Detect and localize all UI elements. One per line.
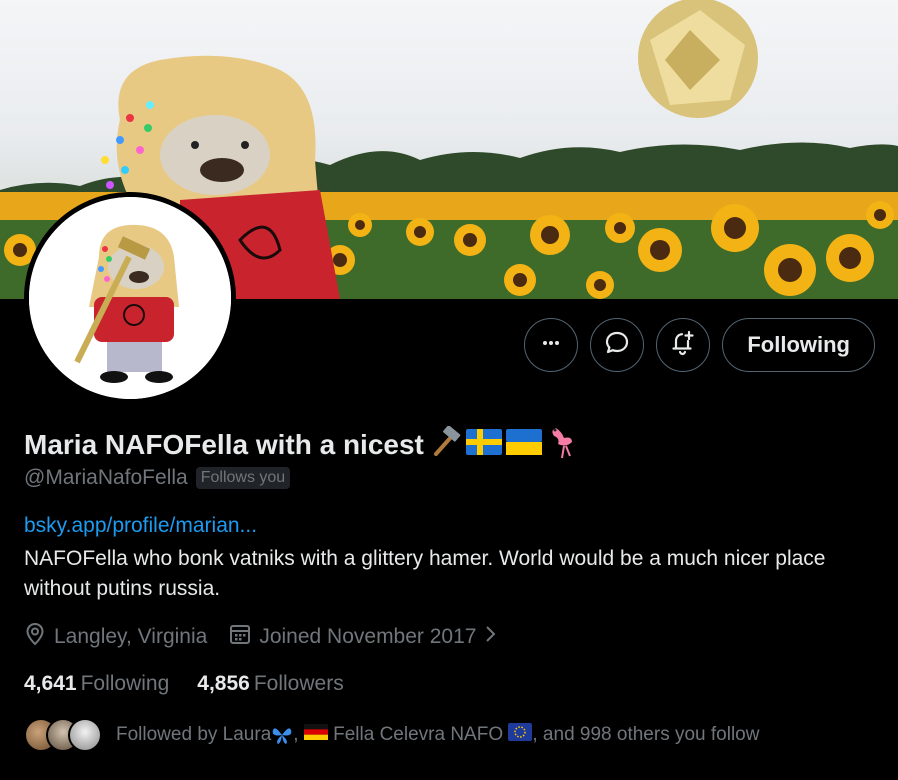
followed-by-row[interactable]: Followed by Laura, Fella Celevra NAFO , … bbox=[24, 718, 759, 752]
followed-by-prefix: Followed by Laura bbox=[116, 724, 272, 746]
more-button[interactable] bbox=[524, 318, 579, 372]
message-icon bbox=[604, 330, 630, 361]
calendar-icon bbox=[229, 623, 251, 651]
location-pin-icon bbox=[24, 622, 46, 652]
butterfly-emoji bbox=[271, 724, 293, 745]
ukraine-flag-emoji bbox=[505, 429, 542, 460]
following-stat-label: Following bbox=[80, 672, 170, 695]
joined-item[interactable]: Joined November 2017 bbox=[229, 623, 498, 651]
avatar bbox=[68, 718, 102, 752]
hammer-emoji bbox=[428, 425, 462, 463]
location-text: Langley, Virginia bbox=[54, 625, 208, 648]
followers-count: 4,856 bbox=[197, 672, 250, 695]
follows-you-badge: Follows you bbox=[195, 467, 291, 489]
profile-handle-row: @MariaNafoFella Follows you bbox=[24, 466, 291, 490]
display-name: Maria NAFOFella with a nicest bbox=[24, 428, 424, 460]
bell-plus-icon bbox=[669, 329, 697, 362]
sweden-flag-emoji bbox=[465, 429, 502, 460]
following-stat[interactable]: 4,641 Following bbox=[24, 672, 169, 696]
chevron-right-icon bbox=[484, 623, 498, 651]
more-dots-icon bbox=[541, 333, 561, 358]
following-button[interactable]: Following bbox=[722, 318, 875, 372]
location-item: Langley, Virginia bbox=[24, 622, 207, 652]
message-button[interactable] bbox=[590, 318, 645, 372]
profile-name-row: Maria NAFOFella with a nicest bbox=[24, 424, 580, 465]
followed-by-separator: , bbox=[293, 724, 304, 746]
germany-flag-emoji bbox=[303, 724, 328, 746]
avatar-image bbox=[29, 197, 231, 399]
flamingo-emoji bbox=[546, 424, 580, 465]
profile-avatar[interactable] bbox=[24, 192, 236, 404]
profile-stats: 4,641 Following 4,856 Followers bbox=[24, 672, 344, 696]
followers-stat[interactable]: 4,856 Followers bbox=[197, 672, 343, 696]
followers-you-know-avatars bbox=[24, 718, 102, 752]
followed-by-second: Fella Celevra NAFO bbox=[327, 724, 509, 746]
notify-button[interactable] bbox=[656, 318, 711, 372]
joined-text: Joined November 2017 bbox=[259, 625, 477, 648]
followed-by-text: Followed by Laura, Fella Celevra NAFO , … bbox=[116, 723, 759, 747]
following-count: 4,641 bbox=[24, 672, 77, 695]
handle: @MariaNafoFella bbox=[24, 466, 188, 489]
profile-link[interactable]: bsky.app/profile/marian... bbox=[24, 514, 257, 538]
profile-meta: Langley, Virginia Joined November 2017 bbox=[24, 622, 498, 652]
followed-by-suffix: , and 998 others you follow bbox=[532, 724, 760, 746]
eu-flag-emoji bbox=[508, 723, 533, 747]
profile-bio: NAFOFella who bonk vatniks with a glitte… bbox=[24, 547, 826, 600]
followers-stat-label: Followers bbox=[253, 672, 344, 695]
profile-actions: Following bbox=[524, 318, 875, 372]
